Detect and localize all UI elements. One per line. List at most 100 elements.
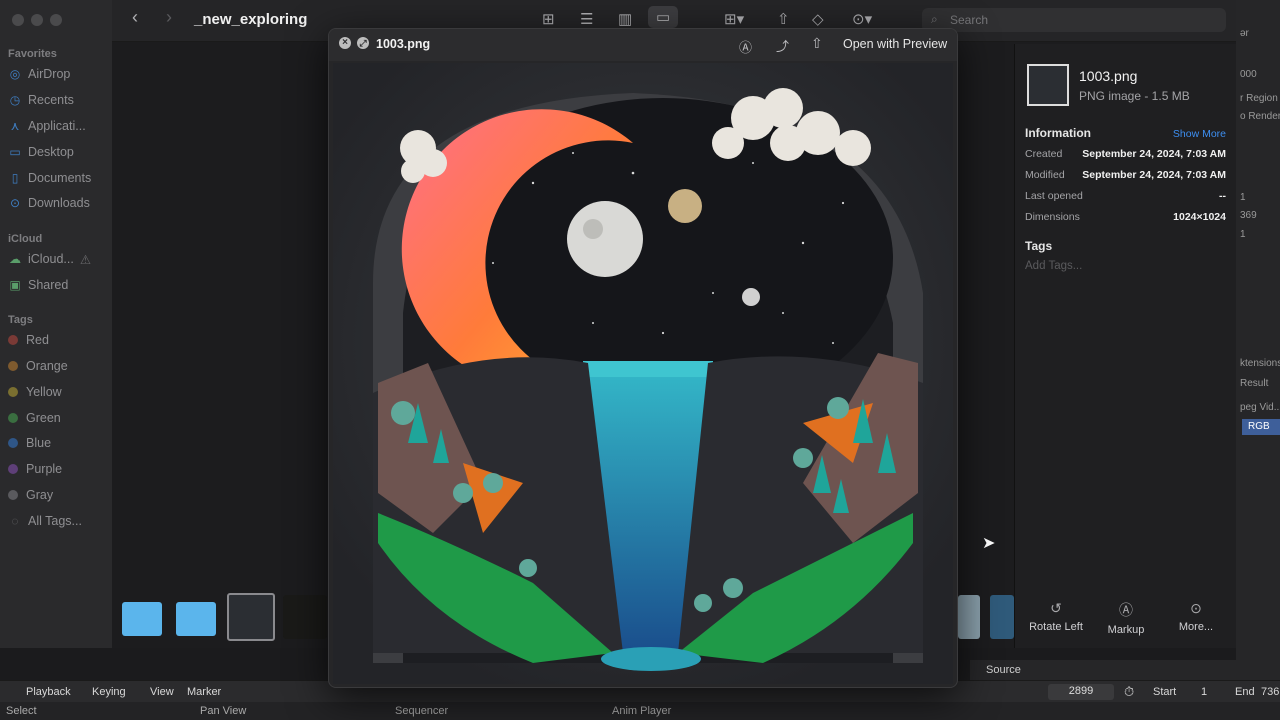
sidebar-item-desktop[interactable]: ▭ Desktop [8,142,74,162]
markup-icon: Ⓐ [1119,602,1133,618]
applications-icon: ⋏ [10,119,20,133]
sidebar-all-tags[interactable]: ◌ All Tags... [8,511,82,531]
start-label: Start [1153,686,1177,698]
sidebar-item-applications[interactable]: ⋏ Applicati... [8,116,86,136]
back-chevron-icon[interactable]: ‹ [132,7,138,28]
information-heading: Information [1025,126,1091,140]
desktop-icon: ▭ [9,145,21,159]
preview-image [333,63,953,684]
source-label: Source [986,664,1021,676]
icon-view-icon[interactable]: ⊞ [542,10,555,28]
clock-icon: ◷ [9,93,21,107]
source-panel-header: Source [970,660,1236,680]
warning-icon: ⚠ [79,252,92,267]
share-icon[interactable]: ⇧ [777,10,790,28]
sidebar-tag-gray[interactable]: Gray [8,485,53,505]
sidebar-tag-orange[interactable]: Orange [8,356,68,376]
info-filename: 1003.png [1079,68,1138,84]
image-thumbnail[interactable] [958,595,980,639]
file-preview-icon [1027,64,1069,106]
folder-title: _new_exploring [194,11,308,28]
end-value[interactable]: 736 [1261,686,1279,698]
minimize-window-button[interactable] [31,14,43,26]
airdrop-icon: ◎ [9,67,21,81]
status-anim-player: Anim Player [612,705,672,717]
sidebar-tag-purple[interactable]: Purple [8,459,62,479]
status-bar: Select Pan View Sequencer Anim Player [0,702,1280,720]
tag-dot-icon [8,335,18,345]
current-frame-field[interactable]: 2899 [1048,684,1114,700]
image-thumbnail[interactable] [283,595,327,639]
sidebar-item-shared[interactable]: ▣ Shared [8,275,68,295]
cloud-icon: ☁ [9,252,21,266]
status-select: Select [6,705,37,717]
status-pan-view: Pan View [200,705,247,717]
tag-dot-icon [8,464,18,474]
info-subtitle: PNG image - 1.5 MB [1079,89,1190,103]
markup-icon[interactable]: Ⓐ [739,37,752,56]
add-tags-field[interactable]: Add Tags... [1025,260,1082,272]
rotate-left-button[interactable]: ↺ Rotate Left [1021,600,1091,633]
document-icon: ▯ [11,171,19,185]
folder-thumbnail[interactable] [122,602,162,636]
tag-dot-icon [8,361,18,371]
status-sequencer: Sequencer [395,705,449,717]
more-button[interactable]: ⊙ More... [1161,600,1231,633]
close-icon[interactable]: × [339,37,351,49]
sidebar-item-documents[interactable]: ▯ Documents [8,168,92,188]
tag-dot-icon [8,413,18,423]
mouse-cursor-icon: ➤ [982,535,996,552]
folder-thumbnail[interactable] [176,602,216,636]
last-opened-label: Last opened [1025,190,1083,202]
sidebar-tag-yellow[interactable]: Yellow [8,382,62,402]
list-view-icon[interactable]: ☰ [580,10,593,28]
gallery-view-icon[interactable]: ▭ [648,6,679,28]
forward-chevron-icon[interactable]: › [166,7,172,28]
rotate-icon[interactable]: ⤴ [776,36,789,55]
more-icon: ⊙ [1190,600,1202,616]
search-icon: ⌕ [931,12,938,26]
stopwatch-icon[interactable]: ⏱ [1124,684,1134,700]
sidebar-item-airdrop[interactable]: ◎ AirDrop [8,64,71,84]
tag-icon[interactable]: ◇ [812,10,824,28]
show-more-link[interactable]: Show More [1173,128,1226,140]
share-icon[interactable]: ⇧ [811,35,823,52]
finder-sidebar: Favorites ◎ AirDrop ◷ Recents ⋏ Applicati..… [0,0,112,648]
info-panel: 1003.png PNG image - 1.5 MB Information … [1014,44,1236,648]
icloud-heading: iCloud [8,233,43,245]
image-thumbnail[interactable] [990,595,1014,639]
sidebar-item-icloud-drive[interactable]: ☁ iCloud... ⚠ [8,249,91,269]
end-label: End [1235,686,1255,698]
sidebar-item-recents[interactable]: ◷ Recents [8,90,74,110]
playback-menu[interactable]: Playback [26,686,71,698]
background-properties-panel: ər 000 r Region o Render 1 369 1 ktensio… [1236,0,1280,680]
dimensions-value: 1024×1024 [1173,211,1226,223]
zoom-window-button[interactable] [50,14,62,26]
close-window-button[interactable] [12,14,24,26]
quicklook-toolbar: × ⤢ 1003.png Ⓐ ⤴ ⇧ Open with Preview [329,29,957,61]
modified-value: September 24, 2024, 7:03 AM [1082,169,1226,181]
markup-button[interactable]: Ⓐ Markup [1091,600,1161,636]
favorites-heading: Favorites [8,48,57,60]
group-icon[interactable]: ⊞▾ [724,10,744,28]
quicklook-window: × ⤢ 1003.png Ⓐ ⤴ ⇧ Open with Preview [328,28,958,688]
keying-menu[interactable]: Keying [92,686,126,698]
view-menu[interactable]: View [150,686,174,698]
search-input[interactable]: ⌕ Search [922,8,1226,32]
marker-menu[interactable]: Marker [187,686,221,698]
sidebar-tag-red[interactable]: Red [8,330,49,350]
image-thumbnail-selected[interactable] [227,593,275,641]
tag-icon: ◌ [11,514,19,528]
action-menu-icon[interactable]: ⊙▾ [852,10,872,28]
sidebar-tag-blue[interactable]: Blue [8,433,51,453]
start-value[interactable]: 1 [1201,686,1207,698]
column-view-icon[interactable]: ▥ [618,10,632,28]
sidebar-tag-green[interactable]: Green [8,408,61,428]
tag-dot-icon [8,490,18,500]
rgb-button[interactable]: RGB [1242,419,1280,435]
open-with-preview-button[interactable]: Open with Preview [843,37,947,51]
fullscreen-icon[interactable]: ⤢ [357,37,369,49]
modified-label: Modified [1025,169,1065,181]
dimensions-label: Dimensions [1025,211,1080,223]
sidebar-item-downloads[interactable]: ⊙ Downloads [8,193,90,213]
